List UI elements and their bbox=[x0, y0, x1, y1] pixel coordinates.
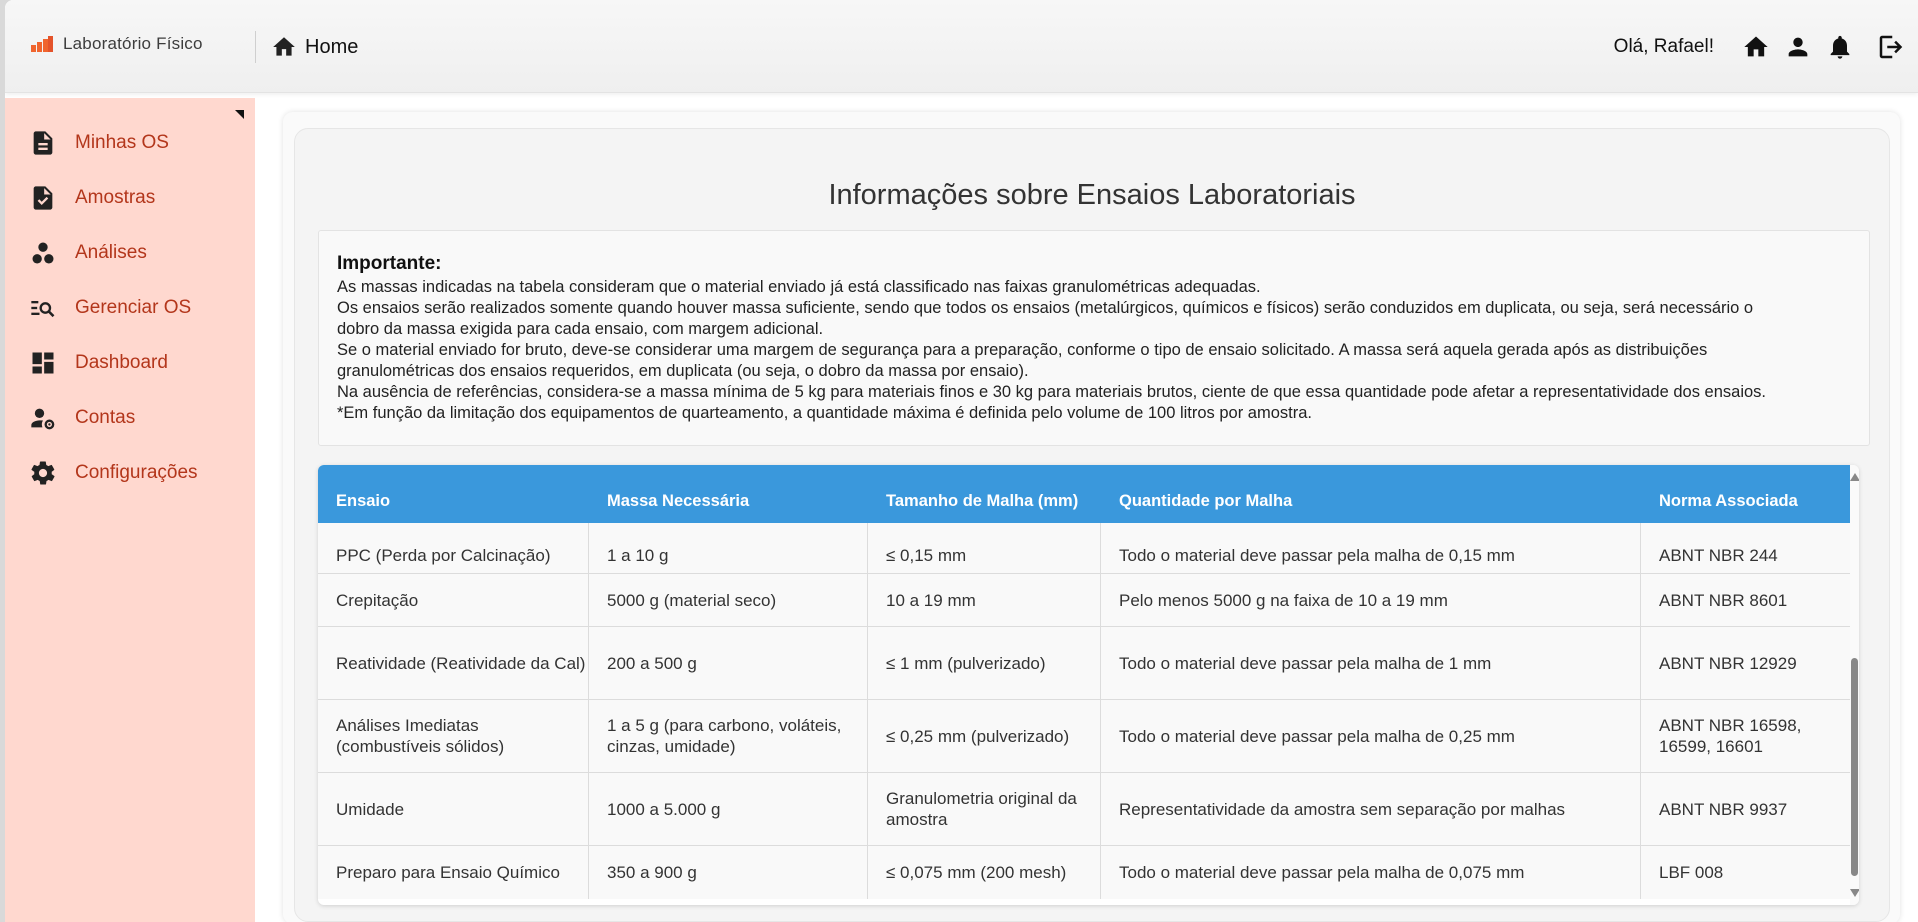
sidebar-item-dashboard[interactable]: Dashboard bbox=[29, 343, 249, 383]
sidebar-collapse-icon[interactable] bbox=[235, 110, 244, 119]
file-check-icon bbox=[33, 186, 53, 210]
sidebar-item-label: Amostras bbox=[75, 187, 156, 208]
table-cell: ≤ 0,25 mm (pulverizado) bbox=[868, 700, 1101, 772]
table-row[interactable]: Reatividade (Reatividade da Cal) 200 a 5… bbox=[318, 627, 1851, 700]
table-cell: PPC (Perda por Calcinação) bbox=[318, 523, 589, 573]
user-greeting: Olá, Rafael! bbox=[1613, 36, 1714, 57]
table-row[interactable]: PPC (Perda por Calcinação) 1 a 10 g ≤ 0,… bbox=[318, 523, 1851, 574]
table-cell: Todo o material deve passar pela malha d… bbox=[1101, 627, 1641, 699]
table-scrollbar[interactable] bbox=[1850, 465, 1859, 905]
table-cell: 1000 a 5.000 g bbox=[589, 773, 868, 845]
breadcrumb[interactable]: Home bbox=[271, 33, 358, 61]
table-cell: Crepitação bbox=[318, 574, 589, 626]
sidebar-item-label: Dashboard bbox=[75, 352, 168, 373]
table-cell: Granulometria original da amostra bbox=[868, 773, 1101, 845]
table-cell: 350 a 900 g bbox=[589, 846, 868, 899]
sidebar-item-amostras[interactable]: Amostras bbox=[29, 178, 249, 218]
table-cell: Análises Imediatas (combustíveis sólidos… bbox=[318, 700, 589, 772]
table-cell: ABNT NBR 16598, 16599, 16601 bbox=[1659, 716, 1802, 756]
sidebar-item-label: Gerenciar OS bbox=[75, 297, 192, 318]
sidebar-item-label: Configurações bbox=[75, 462, 198, 483]
sidebar-item-contas[interactable]: Contas bbox=[29, 398, 249, 438]
table-cell: Todo o material deve passar pela malha d… bbox=[1101, 700, 1641, 772]
notice-title: Importante: bbox=[337, 253, 442, 274]
table-cell: Preparo para Ensaio Químico bbox=[318, 846, 589, 899]
sidebar-item-label: Minhas OS bbox=[75, 132, 169, 153]
user-icon[interactable] bbox=[1784, 33, 1812, 61]
table-cell: Pelo menos 5000 g na faixa de 10 a 19 mm bbox=[1101, 574, 1641, 626]
scroll-down-icon[interactable] bbox=[1850, 889, 1859, 897]
notice-line: Se o material enviado for bruto, deve-se… bbox=[337, 341, 1708, 359]
table-cell: 1 a 10 g bbox=[589, 523, 868, 573]
table-cell: LBF 008 bbox=[1659, 863, 1724, 882]
table-cell: 1 a 5 g (para carbono, voláteis, cinzas,… bbox=[589, 700, 868, 772]
table-cell: ABNT NBR 8601 bbox=[1659, 590, 1788, 610]
bubbles-icon bbox=[32, 242, 54, 264]
table-cell: 5000 g (material seco) bbox=[589, 574, 868, 626]
dashboard-icon bbox=[32, 352, 54, 374]
sidebar-item-label: Contas bbox=[75, 407, 136, 428]
page-title: Informações sobre Ensaios Laboratoriais bbox=[828, 179, 1356, 211]
table-cell: Todo o material deve passar pela malha d… bbox=[1101, 523, 1641, 573]
bell-icon[interactable] bbox=[1826, 33, 1854, 61]
table-cell: 200 a 500 g bbox=[589, 627, 868, 699]
table-cell: Todo o material deve passar pela malha d… bbox=[1101, 846, 1641, 899]
table-cell: ≤ 0,15 mm bbox=[868, 523, 1101, 573]
sidebar-item-minhas-os[interactable]: Minhas OS bbox=[29, 123, 249, 163]
brand[interactable]: Laboratório Físico bbox=[31, 34, 203, 54]
table-cell: ≤ 0,075 mm (200 mesh) bbox=[868, 846, 1101, 899]
sidebar: Minhas OS Amostras Análises Gerenciar OS… bbox=[5, 98, 255, 922]
table-cell: Umidade bbox=[318, 773, 589, 845]
gear-icon bbox=[31, 461, 55, 485]
home-icon[interactable] bbox=[1742, 33, 1770, 61]
sidebar-item-configuracoes[interactable]: Configurações bbox=[29, 453, 249, 493]
document-icon bbox=[33, 131, 53, 155]
sidebar-item-gerenciar-os[interactable]: Gerenciar OS bbox=[29, 288, 249, 328]
logout-icon[interactable] bbox=[1876, 32, 1906, 62]
sidebar-item-label: Análises bbox=[75, 242, 147, 263]
brand-logo-icon bbox=[31, 36, 53, 52]
header-divider bbox=[255, 31, 256, 63]
notice-line: As massas indicadas na tabela consideram… bbox=[337, 278, 1261, 296]
table-row[interactable]: Umidade 1000 a 5.000 g Granulometria ori… bbox=[318, 773, 1851, 846]
breadcrumb-home: Home bbox=[305, 35, 359, 58]
notice-line: *Em função da limitação dos equipamentos… bbox=[337, 404, 1312, 422]
table-cell: 10 a 19 mm bbox=[868, 574, 1101, 626]
notice-line: granulométricas dos ensaios requeridos, … bbox=[337, 362, 1029, 380]
brand-name: Laboratório Físico bbox=[63, 34, 203, 53]
table-cell: Reatividade (Reatividade da Cal) bbox=[318, 627, 589, 699]
table-cell: ABNT NBR 9937 bbox=[1659, 799, 1788, 819]
notice-line: Na ausência de referências, considera-se… bbox=[337, 383, 1766, 401]
table-row[interactable]: Crepitação 5000 g (material seco) 10 a 1… bbox=[318, 574, 1851, 627]
account-settings-icon bbox=[31, 408, 55, 430]
table-cell: ≤ 1 mm (pulverizado) bbox=[868, 627, 1101, 699]
scroll-thumb[interactable] bbox=[1851, 658, 1858, 876]
important-notice: Importante: As massas indicadas na tabel… bbox=[318, 230, 1870, 446]
table-cell: ABNT NBR 12929 bbox=[1659, 653, 1797, 673]
manage-search-icon bbox=[31, 301, 55, 318]
user-area: Olá, Rafael! bbox=[1614, 30, 1906, 64]
table-row[interactable]: Análises Imediatas (combustíveis sólidos… bbox=[318, 700, 1851, 773]
notice-line: dobro da massa exigida para cada ensaio,… bbox=[337, 320, 824, 338]
sidebar-item-analises[interactable]: Análises bbox=[29, 233, 249, 273]
table-cell: Representatividade da amostra sem separa… bbox=[1101, 773, 1641, 845]
table-row[interactable]: Preparo para Ensaio Químico 350 a 900 g … bbox=[318, 846, 1851, 899]
table-cell: ABNT NBR 244 bbox=[1659, 545, 1778, 565]
notice-line: Os ensaios serão realizados somente quan… bbox=[337, 299, 1754, 317]
tests-table[interactable]: Ensaio Massa Necessária Tamanho de Malha… bbox=[318, 465, 1859, 905]
top-bar: Laboratório Físico Home Olá, Rafael! bbox=[5, 0, 1918, 93]
home-icon bbox=[273, 37, 295, 56]
app-window: Laboratório Físico Home Olá, Rafael! Min… bbox=[5, 0, 1918, 922]
scroll-up-icon[interactable] bbox=[1850, 473, 1859, 481]
